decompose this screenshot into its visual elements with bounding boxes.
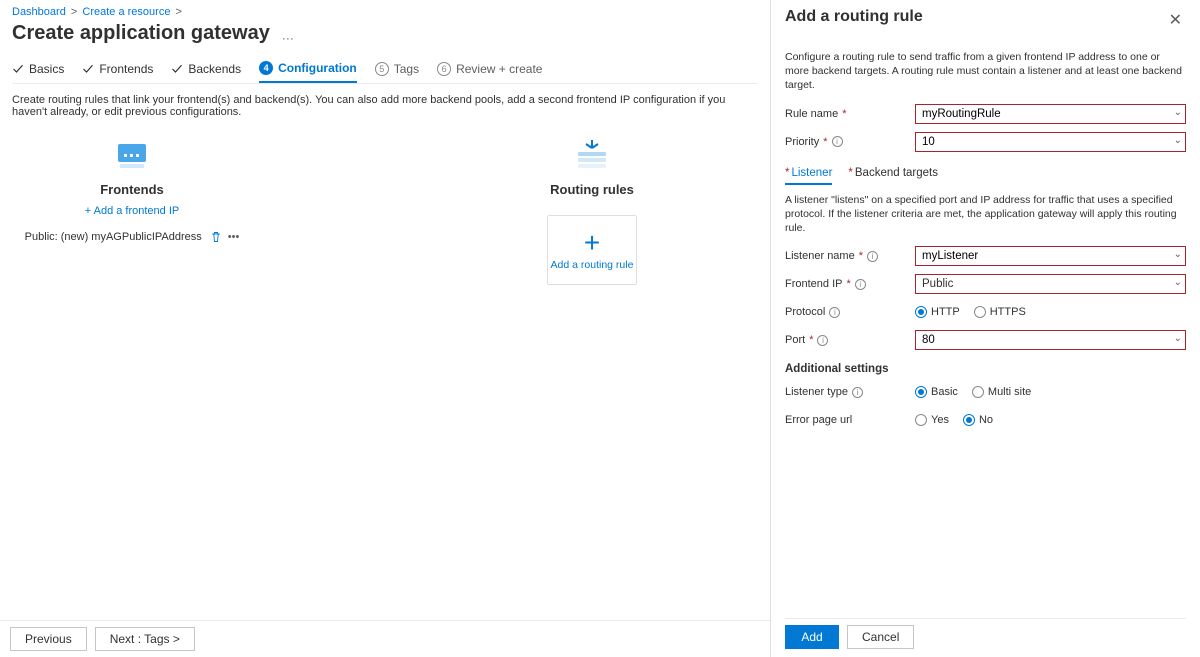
subtab-backend-targets[interactable]: *Backend targets [848,167,938,185]
info-icon[interactable]: i [855,279,866,290]
check-icon [82,63,94,75]
info-icon[interactable]: i [817,335,828,346]
tab-configuration[interactable]: 4 Configuration [259,55,357,83]
error-page-yes-radio[interactable]: Yes [915,414,949,426]
frontends-icon [110,138,154,174]
next-button[interactable]: Next : Tags > [95,627,195,651]
more-frontend-icon[interactable]: ••• [228,231,240,243]
check-icon [171,63,183,75]
routing-rules-icon [570,138,614,174]
protocol-http-radio[interactable]: HTTP [915,306,960,318]
step-number-icon: 6 [437,62,451,76]
additional-settings-header: Additional settings [785,363,1186,375]
frontend-ip-label: Frontend IP * i [785,278,915,290]
tab-backends[interactable]: Backends [171,56,241,82]
info-icon[interactable]: i [867,251,878,262]
info-icon[interactable]: i [829,307,840,318]
port-input[interactable]: ⌄ [915,330,1186,350]
check-icon [12,63,24,75]
page-description: Create routing rules that link your fron… [12,94,758,118]
routing-rules-title: Routing rules [550,182,634,197]
rule-name-input[interactable]: ⌄ [915,104,1186,124]
step-number-icon: 5 [375,62,389,76]
frontend-ip-select[interactable]: Public⌄ [915,274,1186,294]
error-page-no-radio[interactable]: No [963,414,993,426]
add-routing-rule-tile[interactable]: + Add a routing rule [547,215,637,285]
info-icon[interactable]: i [832,136,843,147]
breadcrumb-item-dashboard[interactable]: Dashboard [12,6,66,18]
panel-title: Add a routing rule [785,8,923,26]
error-page-url-label: Error page url [785,414,915,426]
tab-tags-label: Tags [394,62,419,76]
info-icon[interactable]: i [852,387,863,398]
frontends-title: Frontends [100,182,164,197]
protocol-label: Protocol i [785,306,915,318]
wizard-footer: Previous Next : Tags > [0,620,770,657]
port-label: Port * i [785,334,915,346]
tab-frontends-label: Frontends [99,62,153,76]
listener-type-label: Listener type i [785,386,915,398]
plus-icon: + [584,229,600,257]
subtab-listener[interactable]: *Listener [785,167,832,185]
protocol-https-radio[interactable]: HTTPS [974,306,1026,318]
breadcrumb: Dashboard > Create a resource > [12,6,758,18]
delete-frontend-icon[interactable] [210,231,222,243]
breadcrumb-separator: > [174,6,184,18]
listener-name-input[interactable]: ⌄ [915,246,1186,266]
page-title: Create application gateway [12,22,270,45]
breadcrumb-separator: > [69,6,79,18]
listener-description: A listener "listens" on a specified port… [785,193,1186,236]
add-button[interactable]: Add [785,625,839,649]
listener-type-multi-radio[interactable]: Multi site [972,386,1031,398]
listener-name-label: Listener name * i [785,250,915,262]
tab-review-label: Review + create [456,62,542,76]
previous-button[interactable]: Previous [10,627,87,651]
routing-rules-column: Routing rules + Add a routing rule [482,138,702,285]
add-frontend-ip-link[interactable]: + Add a frontend IP [85,205,180,217]
panel-description: Configure a routing rule to send traffic… [785,50,1186,93]
tab-backends-label: Backends [188,62,241,76]
tab-frontends[interactable]: Frontends [82,56,153,82]
tab-basics-label: Basics [29,62,64,76]
add-routing-rule-panel: Add a routing rule ✕ Configure a routing… [770,0,1200,657]
panel-subtabs: *Listener *Backend targets [785,167,1186,185]
priority-input[interactable]: ⌄ [915,132,1186,152]
close-panel-button[interactable]: ✕ [1165,8,1186,32]
frontend-ip-item: Public: (new) myAGPublicIPAddress [25,231,202,243]
cancel-button[interactable]: Cancel [847,625,914,649]
more-actions-button[interactable]: ··· [278,27,298,49]
step-number-icon: 4 [259,61,273,75]
add-routing-rule-label: Add a routing rule [551,259,634,272]
tab-configuration-label: Configuration [278,61,357,75]
frontends-column: Frontends + Add a frontend IP Public: (n… [22,138,242,285]
breadcrumb-item-create-resource[interactable]: Create a resource [82,6,170,18]
listener-type-basic-radio[interactable]: Basic [915,386,958,398]
rule-name-label: Rule name * [785,108,915,120]
tab-basics[interactable]: Basics [12,56,64,82]
panel-footer: Add Cancel [785,618,1186,657]
main-content: Dashboard > Create a resource > Create a… [0,0,770,657]
priority-label: Priority * i [785,136,915,148]
tab-review[interactable]: 6 Review + create [437,56,542,82]
wizard-tabs: Basics Frontends Backends 4 Configuratio… [12,55,758,84]
tab-tags[interactable]: 5 Tags [375,56,419,82]
